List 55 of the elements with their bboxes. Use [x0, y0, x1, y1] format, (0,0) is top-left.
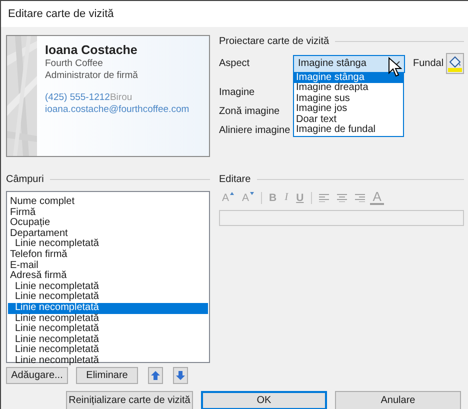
field-list-item[interactable]: Adresă firmă — [8, 271, 208, 282]
field-list-item[interactable]: E-mail — [8, 260, 208, 272]
field-list-item[interactable]: Linie necompletată — [8, 356, 208, 366]
background-color-button[interactable] — [446, 53, 464, 74]
card-phone: (425) 555-1212 — [45, 92, 110, 104]
layout-dropdown[interactable]: Imagine stânga — [293, 54, 405, 72]
field-list-item[interactable]: Linie necompletată — [8, 314, 208, 324]
caret-up-icon — [230, 192, 234, 195]
card-email: ioana.costache@fourthcoffee.com — [45, 104, 190, 116]
field-label: Aliniere imagine — [219, 125, 290, 136]
arrow-up-icon — [151, 371, 160, 380]
field-label: Imagine — [219, 87, 255, 98]
field-list-item[interactable]: Telefon firmă — [8, 250, 208, 261]
window-title: Editare carte de vizită — [1, 1, 468, 27]
dropdown-option[interactable]: Imagine jos — [294, 104, 403, 115]
move-up-button[interactable] — [148, 367, 163, 384]
group-heading: Editare — [219, 174, 251, 184]
dialog-button[interactable]: Reinițializare carte de vizită — [66, 391, 193, 409]
align-left-icon — [318, 193, 329, 202]
dialog-button[interactable]: Anulare — [335, 391, 461, 409]
dialog-button[interactable]: OK — [201, 391, 327, 409]
field-list-item[interactable]: Firmă — [8, 208, 208, 218]
card-phone-label: Birou — [110, 92, 132, 104]
field-list-item[interactable]: Linie necompletată — [8, 324, 208, 335]
card-company: Fourth Coffee — [45, 58, 104, 70]
field-list-item[interactable]: Linie necompletată — [8, 239, 208, 250]
field-label: Zonă imagine — [219, 106, 280, 117]
field-list-item[interactable]: Linie necompletată — [8, 292, 208, 303]
align-right-icon — [354, 193, 365, 202]
arrow-down-icon — [176, 371, 185, 380]
field-list-item[interactable]: Linie necompletată — [8, 282, 208, 292]
group-heading: Câmpuri — [6, 174, 44, 184]
dropdown-option[interactable]: Imagine dreapta — [294, 83, 403, 94]
card-job-title: Administrator de firmă — [45, 70, 139, 82]
field-list-item[interactable]: Linie necompletată — [8, 334, 208, 346]
group-heading: Proiectare carte de vizită — [219, 36, 330, 46]
paint-bucket-icon — [448, 56, 462, 72]
dropdown-option[interactable]: Imagine de fundal — [294, 125, 403, 136]
field-list-item[interactable]: Departament — [8, 228, 208, 240]
field-list-item[interactable]: Linie necompletată — [8, 345, 208, 356]
dropdown-option[interactable]: Imagine sus — [294, 94, 403, 104]
align-center-icon — [336, 193, 347, 202]
card-name: Ioana Costache — [45, 43, 138, 58]
move-down-button[interactable] — [173, 367, 188, 384]
field-list-item[interactable]: Linie necompletată — [8, 302, 208, 314]
field-list-item[interactable]: Ocupație — [8, 218, 208, 229]
field-label: Aspect — [219, 58, 251, 69]
dropdown-option[interactable]: Imagine stânga — [294, 72, 403, 84]
field-button[interactable]: Adăugare... — [6, 367, 68, 384]
caret-down-icon — [250, 192, 254, 195]
dropdown-option[interactable]: Doar text — [294, 114, 403, 126]
field-list-item[interactable]: Nume complet — [8, 197, 208, 208]
text-field[interactable] — [219, 210, 464, 226]
field-label: Fundal — [413, 58, 444, 69]
field-button[interactable]: Eliminare — [76, 367, 138, 384]
